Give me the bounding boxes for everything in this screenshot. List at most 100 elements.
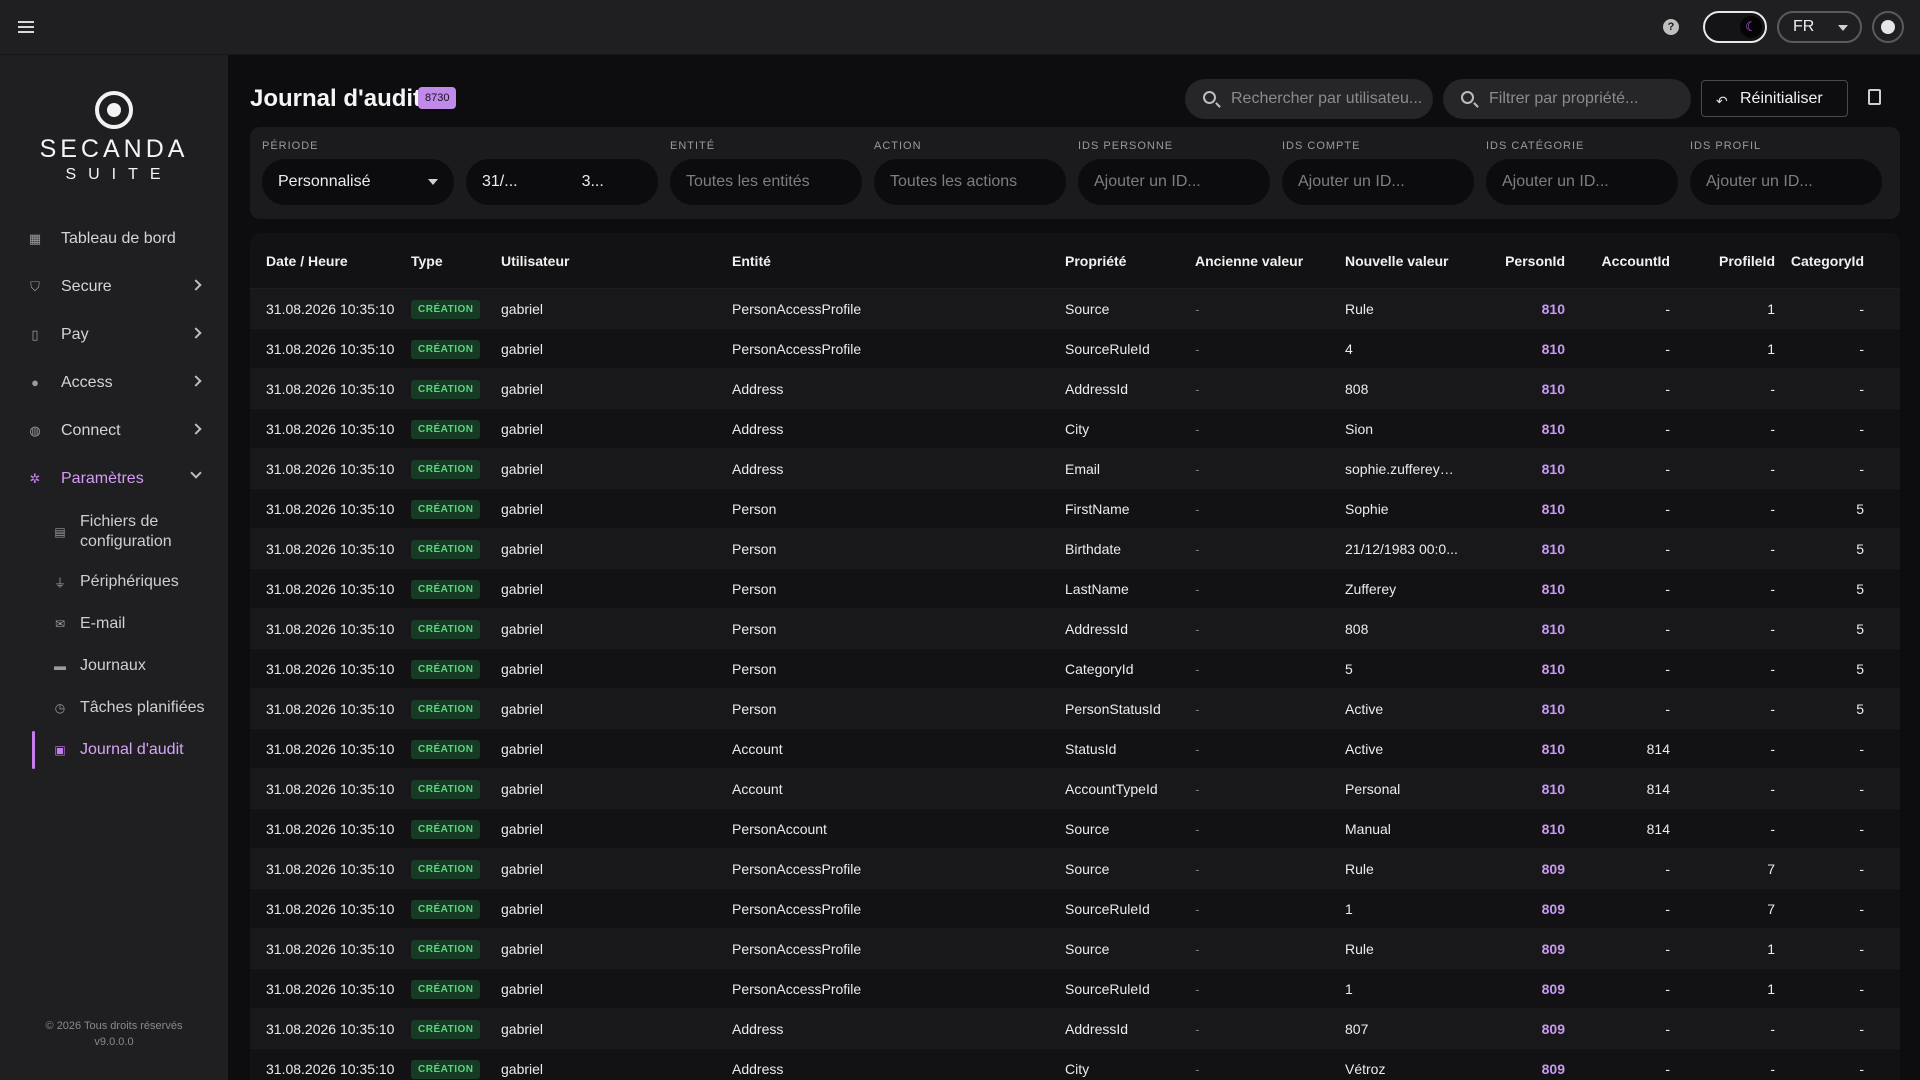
cell-profile-id: - (1770, 380, 1775, 397)
sidebar-item-connect[interactable]: ◍ Connect (0, 407, 228, 455)
language-select[interactable]: FR (1777, 11, 1862, 43)
ids-account-input[interactable]: Ajouter un ID... (1282, 159, 1474, 205)
cell-person-id[interactable]: 810 (1463, 421, 1565, 437)
sidebar-subitem-devices[interactable]: ⏚ Périphériques (0, 561, 228, 603)
help-icon[interactable]: ? (1663, 19, 1679, 35)
action-select[interactable]: Toutes les actions (874, 159, 1066, 205)
ids-person-input[interactable]: Ajouter un ID... (1078, 159, 1270, 205)
filter-property-input[interactable]: Filtrer par propriété... (1443, 79, 1691, 119)
export-icon[interactable] (1868, 89, 1881, 105)
table-row[interactable]: 31.08.2026 10:35:10 CRÉATION gabriel Person… (250, 529, 1900, 569)
logo[interactable]: SECANDA SUITE (0, 91, 228, 184)
type-badge: CRÉATION (411, 779, 481, 799)
menu-icon[interactable] (18, 18, 34, 34)
type-badge: CRÉATION (411, 539, 481, 559)
ids-profile-input[interactable]: Ajouter un ID... (1690, 159, 1882, 205)
sidebar-subitem-config-files[interactable]: ▤ Fichiers de configuration (0, 503, 228, 561)
user-menu-button[interactable] (1872, 11, 1904, 43)
cell-person-id[interactable]: 810 (1463, 461, 1565, 477)
column-header-user[interactable]: Utilisateur (501, 253, 732, 269)
cell-category-id: - (1859, 820, 1864, 837)
column-header-person-id[interactable]: PersonId (1463, 253, 1565, 269)
date-range-field[interactable]: 31/... 3... (466, 159, 658, 205)
copyright: © 2026 Tous droits réservés (45, 1020, 183, 1032)
ids-category-input[interactable]: Ajouter un ID... (1486, 159, 1678, 205)
cell-entity: PersonAccessProfile (732, 300, 862, 317)
cell-account-id: - (1665, 700, 1670, 717)
cell-person-id[interactable]: 810 (1463, 821, 1565, 837)
table-row[interactable]: 31.08.2026 10:35:10 CRÉATION gabriel Accoun… (250, 769, 1900, 809)
table-row[interactable]: 31.08.2026 10:35:10 CRÉATION gabriel Accoun… (250, 729, 1900, 769)
cell-person-id[interactable]: 809 (1463, 861, 1565, 877)
sidebar-subitem-email[interactable]: ✉ E-mail (0, 603, 228, 645)
table-body: 31.08.2026 10:35:10 CRÉATION gabriel Person… (250, 289, 1900, 1080)
column-header-property[interactable]: Propriété (1065, 253, 1195, 269)
cell-person-id[interactable]: 810 (1463, 381, 1565, 397)
table-row[interactable]: 31.08.2026 10:35:10 CRÉATION gabriel Addres… (250, 369, 1900, 409)
search-icon (1203, 91, 1216, 104)
column-header-category-id[interactable]: CategoryId (1775, 253, 1880, 269)
table-row[interactable]: 31.08.2026 10:35:10 CRÉATION gabriel Person… (250, 969, 1900, 1009)
column-header-old-value[interactable]: Ancienne valeur (1195, 253, 1345, 269)
sidebar-item-pay[interactable]: ▯ Pay (0, 311, 228, 359)
table-row[interactable]: 31.08.2026 10:35:10 CRÉATION gabriel Person… (250, 849, 1900, 889)
table-row[interactable]: 31.08.2026 10:35:10 CRÉATION gabriel Addres… (250, 449, 1900, 489)
cell-person-id[interactable]: 810 (1463, 541, 1565, 557)
table-row[interactable]: 31.08.2026 10:35:10 CRÉATION gabriel Person… (250, 289, 1900, 329)
cell-person-id[interactable]: 810 (1463, 781, 1565, 797)
table-row[interactable]: 31.08.2026 10:35:10 CRÉATION gabriel Person… (250, 889, 1900, 929)
search-user-input[interactable]: Rechercher par utilisateu... (1185, 79, 1433, 119)
table-row[interactable]: 31.08.2026 10:35:10 CRÉATION gabriel Person… (250, 809, 1900, 849)
cell-person-id[interactable]: 809 (1463, 941, 1565, 957)
cell-person-id[interactable]: 809 (1463, 901, 1565, 917)
file-icon: ▤ (54, 525, 66, 539)
cell-person-id[interactable]: 810 (1463, 301, 1565, 317)
type-badge: CRÉATION (411, 419, 481, 439)
cell-person-id[interactable]: 810 (1463, 661, 1565, 677)
sidebar-subitem-audit-log[interactable]: ▣ Journal d'audit (0, 729, 228, 771)
sidebar-subitem-logs[interactable]: ▬ Journaux (0, 645, 228, 687)
cell-person-id[interactable]: 810 (1463, 741, 1565, 757)
table-row[interactable]: 31.08.2026 10:35:10 CRÉATION gabriel Addres… (250, 1009, 1900, 1049)
table-row[interactable]: 31.08.2026 10:35:10 CRÉATION gabriel Person… (250, 649, 1900, 689)
table-row[interactable]: 31.08.2026 10:35:10 CRÉATION gabriel Person… (250, 929, 1900, 969)
period-select[interactable]: Personnalisé (262, 159, 454, 205)
date-from[interactable]: 31/... (482, 173, 518, 191)
cell-category-id: - (1859, 1060, 1864, 1077)
sidebar-subitem-scheduled-tasks[interactable]: ◷ Tâches planifiées (0, 687, 228, 729)
cell-person-id[interactable]: 809 (1463, 1061, 1565, 1077)
cell-new-value: 1 (1345, 900, 1353, 917)
cell-person-id[interactable]: 809 (1463, 981, 1565, 997)
cell-person-id[interactable]: 810 (1463, 581, 1565, 597)
reset-button[interactable]: ↶ Réinitialiser (1701, 80, 1848, 117)
entity-select[interactable]: Toutes les entités (670, 159, 862, 205)
sidebar-item-parametres[interactable]: ✲ Paramètres (0, 455, 228, 503)
date-to[interactable]: 3... (582, 173, 604, 191)
cell-date: 31.08.2026 10:35:10 (266, 460, 395, 477)
cell-person-id[interactable]: 810 (1463, 501, 1565, 517)
cell-person-id[interactable]: 810 (1463, 341, 1565, 357)
table-row[interactable]: 31.08.2026 10:35:10 CRÉATION gabriel Person… (250, 489, 1900, 529)
table-row[interactable]: 31.08.2026 10:35:10 CRÉATION gabriel Person… (250, 569, 1900, 609)
table-row[interactable]: 31.08.2026 10:35:10 CRÉATION gabriel Addres… (250, 1049, 1900, 1080)
column-header-type[interactable]: Type (411, 253, 501, 269)
cell-person-id[interactable]: 809 (1463, 1021, 1565, 1037)
main-content: Journal d'audit 8730 Rechercher par util… (228, 55, 1920, 1080)
table-row[interactable]: 31.08.2026 10:35:10 CRÉATION gabriel Person… (250, 609, 1900, 649)
column-header-date[interactable]: Date / Heure (250, 253, 411, 269)
cell-person-id[interactable]: 810 (1463, 621, 1565, 637)
cell-type: CRÉATION (411, 739, 501, 759)
type-badge: CRÉATION (411, 459, 481, 479)
table-row[interactable]: 31.08.2026 10:35:10 CRÉATION gabriel Person… (250, 329, 1900, 369)
sidebar-item-secure[interactable]: ⛉ Secure (0, 263, 228, 311)
table-row[interactable]: 31.08.2026 10:35:10 CRÉATION gabriel Addres… (250, 409, 1900, 449)
table-row[interactable]: 31.08.2026 10:35:10 CRÉATION gabriel Person… (250, 689, 1900, 729)
sidebar-item-access[interactable]: ● Access (0, 359, 228, 407)
column-header-profile-id[interactable]: ProfileId (1670, 253, 1775, 269)
column-header-account-id[interactable]: AccountId (1565, 253, 1670, 269)
sidebar-item-dashboard[interactable]: ▦ Tableau de bord (0, 215, 228, 263)
cell-person-id[interactable]: 810 (1463, 701, 1565, 717)
theme-toggle[interactable]: ☾ (1703, 11, 1767, 43)
column-header-new-value[interactable]: Nouvelle valeur (1345, 253, 1463, 269)
column-header-entity[interactable]: Entité (732, 253, 1065, 269)
